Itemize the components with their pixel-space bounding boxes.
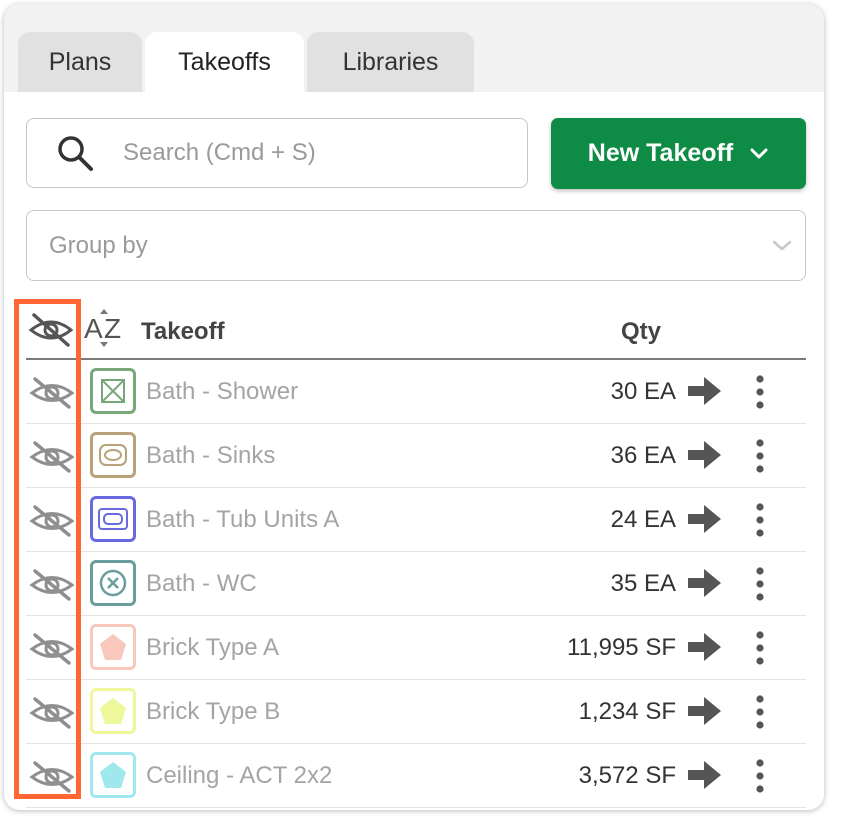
takeoff-name: Bath - Sinks: [146, 442, 276, 469]
tub-icon: [90, 496, 136, 542]
svg-text:A: A: [84, 313, 103, 344]
arrow-right-icon[interactable]: [688, 695, 722, 732]
more-options-icon[interactable]: [754, 694, 766, 735]
table-row[interactable]: Ceiling - ACT 2x2 3,572 SF: [26, 744, 806, 808]
more-options-icon[interactable]: [754, 438, 766, 479]
takeoff-name: Brick Type B: [146, 698, 281, 725]
group-by-select[interactable]: Group by: [26, 210, 806, 281]
takeoff-qty: 30 EA: [610, 378, 676, 405]
sink-icon: [90, 432, 136, 478]
table-row[interactable]: Brick Type A 11,995 SF: [26, 616, 806, 680]
arrow-right-icon[interactable]: [688, 439, 722, 476]
takeoff-qty: 3,572 SF: [578, 762, 676, 789]
table-header: AZ Takeoff Qty: [26, 298, 806, 360]
hide-all-eye-icon[interactable]: [28, 312, 74, 353]
search-icon: [27, 118, 123, 188]
search-placeholder: Search (Cmd + S): [123, 139, 316, 166]
takeoff-name: Bath - WC: [146, 570, 257, 597]
eye-slash-icon[interactable]: [29, 632, 75, 671]
arrow-right-icon[interactable]: [688, 631, 722, 668]
group-by-placeholder: Group by: [49, 231, 148, 259]
table-row[interactable]: Bath - WC 35 EA: [26, 552, 806, 616]
more-options-icon[interactable]: [754, 566, 766, 607]
more-options-icon[interactable]: [754, 630, 766, 671]
takeoff-name: Brick Type A: [146, 634, 279, 661]
tab-takeoffs[interactable]: Takeoffs: [145, 32, 304, 92]
new-takeoff-label: New Takeoff: [587, 139, 734, 167]
takeoffs-panel: Plans Takeoffs Libraries Search (Cmd + S…: [4, 4, 824, 810]
eye-slash-icon[interactable]: [29, 440, 75, 479]
takeoffs-content: Search (Cmd + S) New Takeoff Group by AZ…: [4, 92, 824, 810]
pentagon-icon: [90, 624, 136, 670]
new-takeoff-button[interactable]: New Takeoff: [551, 118, 806, 189]
eye-slash-icon[interactable]: [29, 504, 75, 543]
arrow-right-icon[interactable]: [688, 375, 722, 412]
takeoff-qty: 1,234 SF: [578, 698, 676, 725]
eye-slash-icon[interactable]: [29, 376, 75, 415]
more-options-icon[interactable]: [754, 502, 766, 543]
arrow-right-icon[interactable]: [688, 567, 722, 604]
search-input[interactable]: Search (Cmd + S): [26, 118, 528, 188]
arrow-right-icon[interactable]: [688, 503, 722, 540]
table-row[interactable]: Bath - Tub Units A 24 EA: [26, 488, 806, 552]
eye-slash-icon[interactable]: [29, 760, 75, 799]
takeoff-name: Bath - Shower: [146, 378, 299, 405]
more-options-icon[interactable]: [754, 758, 766, 799]
takeoff-name: Ceiling - ACT 2x2: [146, 762, 333, 789]
more-options-icon[interactable]: [754, 374, 766, 415]
takeoff-qty: 36 EA: [610, 442, 676, 469]
shower-icon: [90, 368, 136, 414]
takeoff-qty: 11,995 SF: [567, 634, 676, 661]
arrow-right-icon[interactable]: [688, 759, 722, 796]
table-row[interactable]: Brick Type B 1,234 SF: [26, 680, 806, 744]
sort-az-icon[interactable]: AZ: [82, 308, 126, 353]
takeoff-qty: 24 EA: [610, 506, 676, 533]
takeoff-column-header[interactable]: Takeoff: [141, 318, 225, 346]
chevron-down-icon: [772, 240, 792, 250]
takeoff-name: Bath - Tub Units A: [146, 506, 340, 533]
tab-plans[interactable]: Plans: [18, 32, 142, 92]
svg-text:Z: Z: [104, 313, 121, 344]
pentagon-icon: [90, 752, 136, 798]
toilet-icon: [90, 560, 136, 606]
pentagon-icon: [90, 688, 136, 734]
table-row[interactable]: Bath - Sinks 36 EA: [26, 424, 806, 488]
tab-bar: Plans Takeoffs Libraries: [18, 32, 477, 92]
eye-slash-icon[interactable]: [29, 568, 75, 607]
table-row[interactable]: Bath - Shower 30 EA: [26, 360, 806, 424]
takeoff-qty: 35 EA: [610, 570, 676, 597]
qty-column-header[interactable]: Qty: [621, 318, 661, 346]
eye-slash-icon[interactable]: [29, 696, 75, 735]
chevron-down-icon: [750, 148, 768, 158]
tab-libraries[interactable]: Libraries: [307, 32, 474, 92]
